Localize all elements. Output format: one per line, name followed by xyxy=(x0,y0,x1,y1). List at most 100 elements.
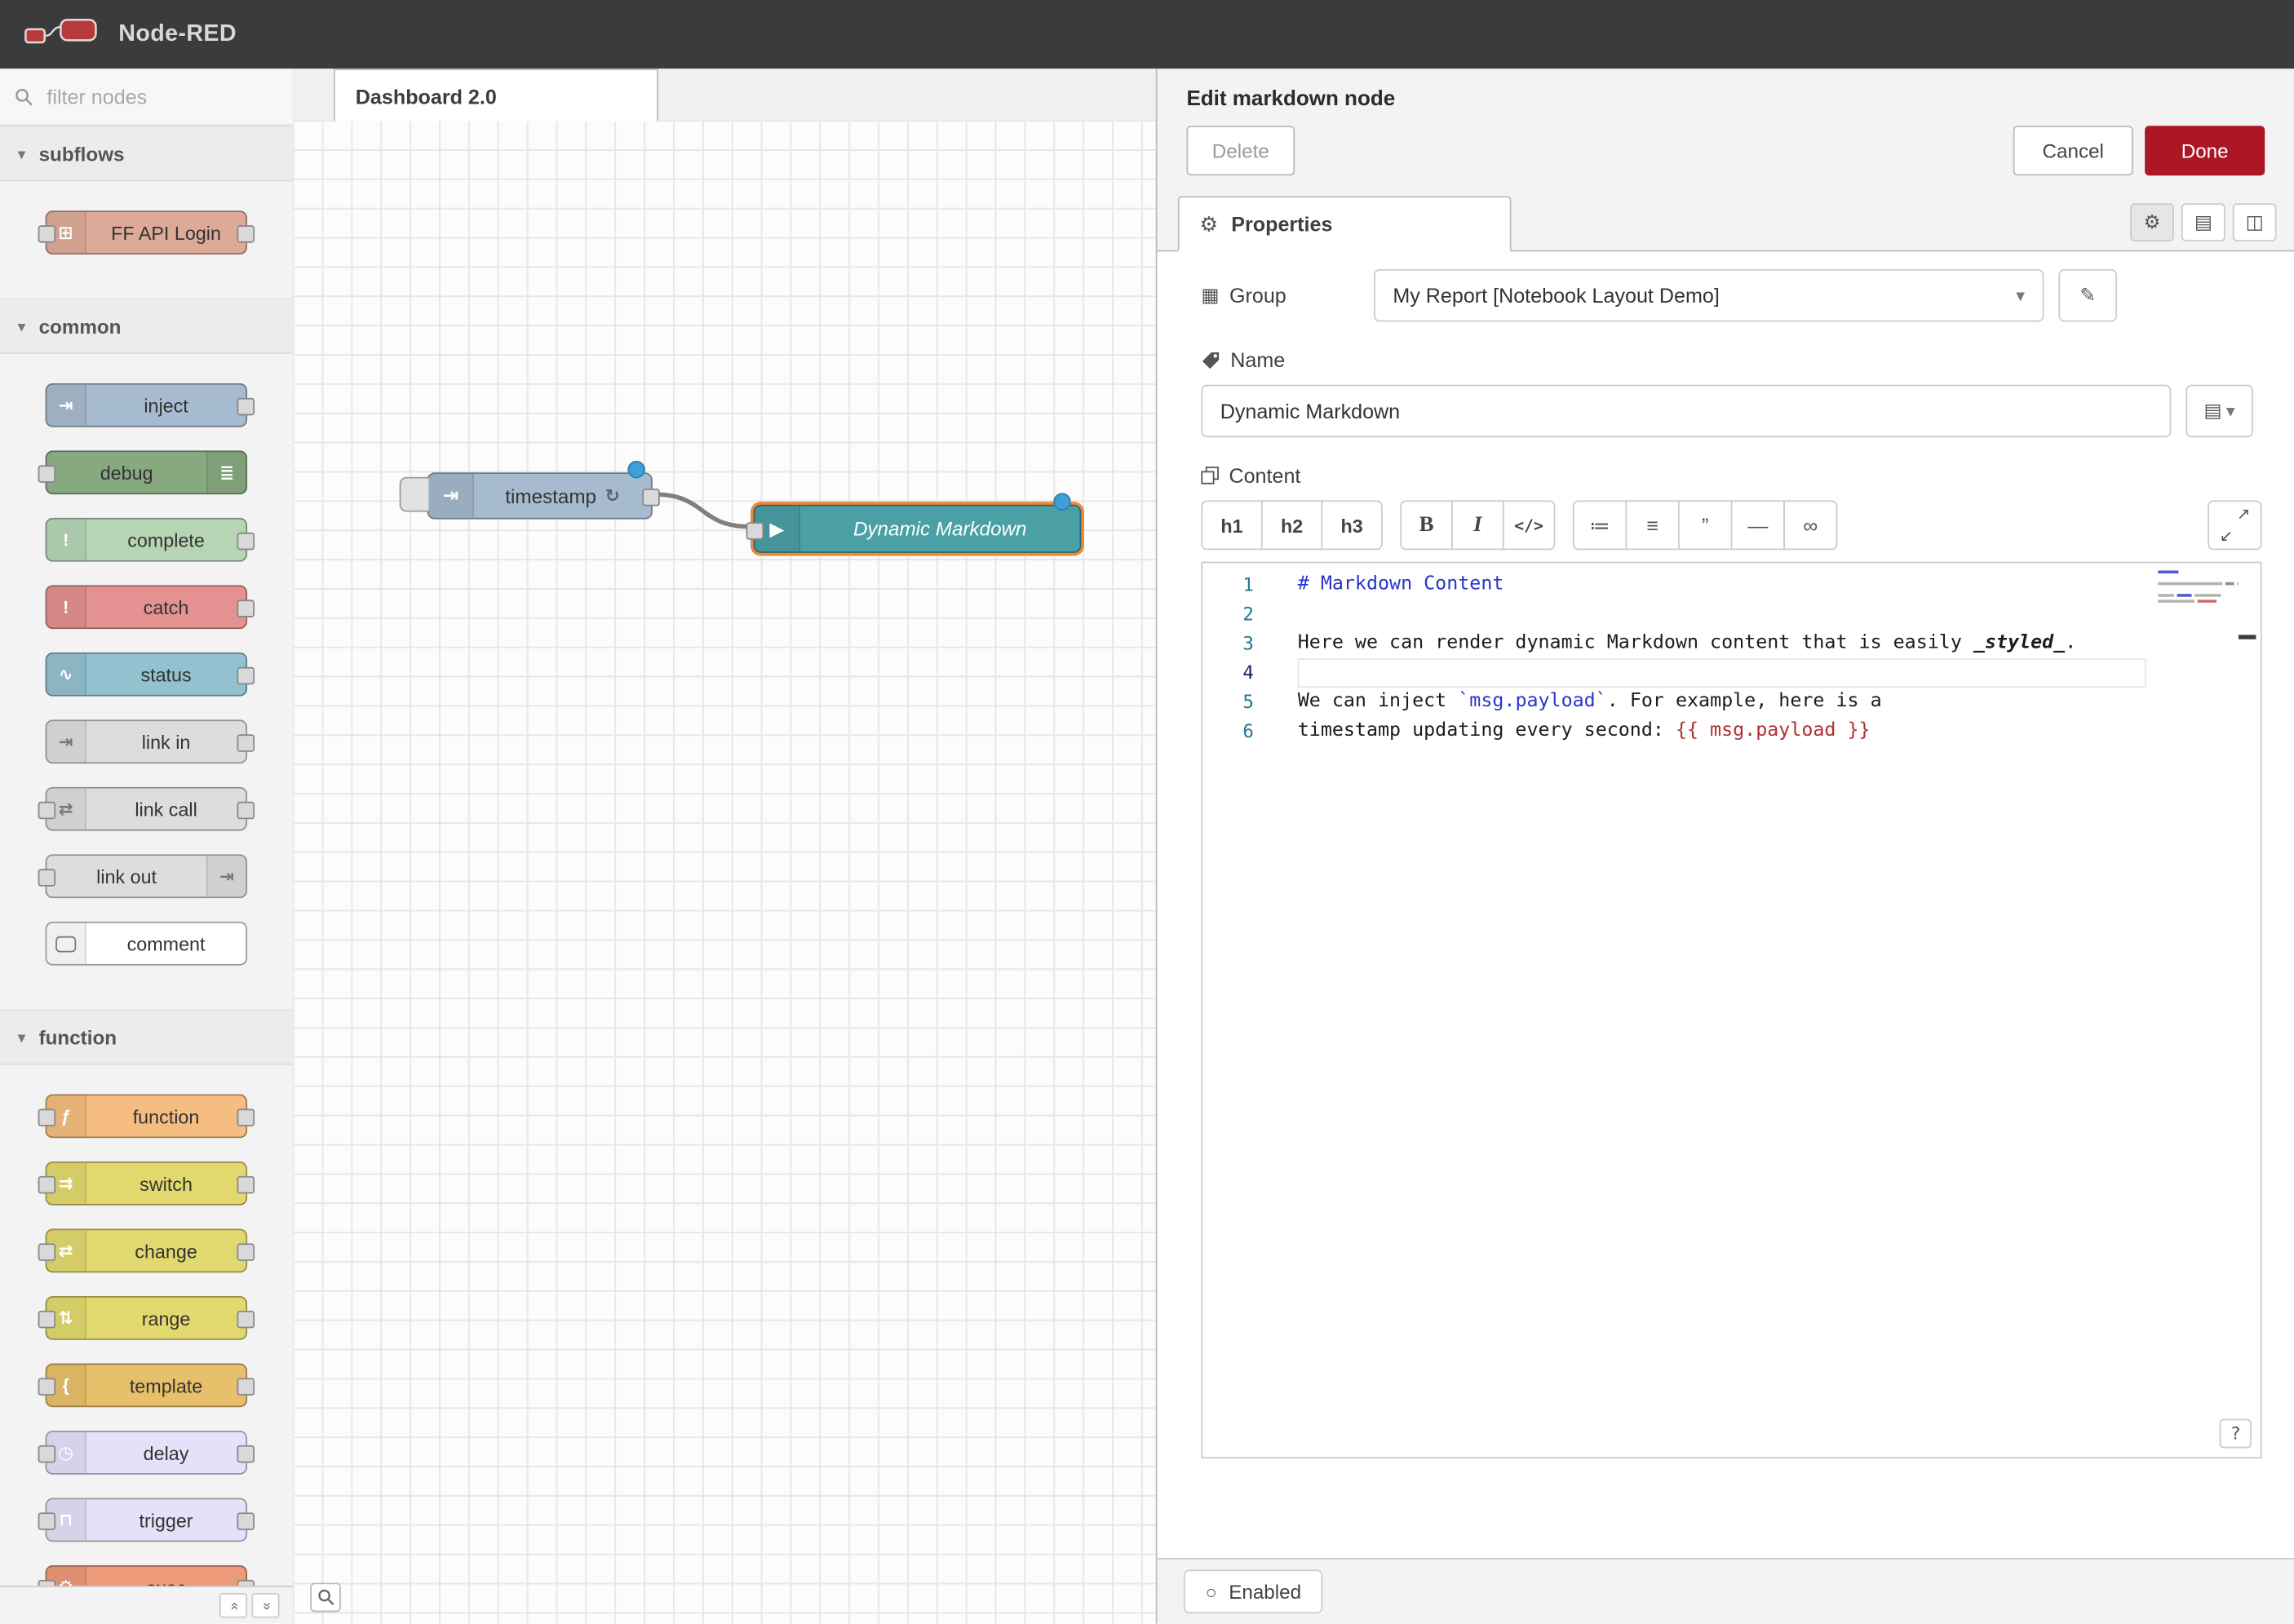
filter-nodes-input[interactable] xyxy=(44,83,255,109)
palette-node-inject[interactable]: ⇥inject xyxy=(46,383,247,427)
switch-output-port[interactable] xyxy=(237,1176,255,1194)
description-button[interactable]: ▤ xyxy=(2181,203,2225,241)
range-output-port[interactable] xyxy=(237,1311,255,1329)
link-call-input-port[interactable] xyxy=(38,802,56,820)
tab-properties[interactable]: ⚙ Properties xyxy=(1178,196,1512,251)
palette-node-link-call[interactable]: ⇄link call xyxy=(46,787,247,831)
palette-node-template[interactable]: {template xyxy=(46,1363,247,1407)
exec-input-port[interactable] xyxy=(38,1580,56,1586)
trigger-input-port[interactable] xyxy=(38,1512,56,1530)
category-header-subflows[interactable]: ▾subflows xyxy=(0,126,293,181)
flow-node-dynamic-markdown[interactable]: ▶ Dynamic Markdown xyxy=(754,505,1082,553)
edit-group-button[interactable]: ✎ xyxy=(2058,269,2117,322)
palette-node-link-out[interactable]: link out⇥ xyxy=(46,854,247,898)
delay-output-port[interactable] xyxy=(237,1445,255,1463)
bold-button[interactable]: B xyxy=(1400,500,1453,550)
markdown-code-editor[interactable]: 123456 # Markdown ContentHere we can ren… xyxy=(1201,562,2261,1458)
catch-output-port[interactable] xyxy=(237,600,255,617)
tab-dashboard-2-0[interactable]: Dashboard 2.0 xyxy=(334,69,658,122)
wire[interactable] xyxy=(655,494,749,526)
input-port[interactable] xyxy=(746,521,764,539)
code-line[interactable]: timestamp updating every second: {{ msg.… xyxy=(1298,717,2261,746)
change-output-port[interactable] xyxy=(237,1243,255,1261)
group-select-value: My Report [Notebook Layout Demo] xyxy=(1393,284,2016,308)
circle-icon: ○ xyxy=(1206,1581,1217,1603)
palette-node-complete[interactable]: !complete xyxy=(46,518,247,562)
unordered-list-button[interactable]: ≡ xyxy=(1625,500,1679,550)
category-header-function[interactable]: ▾function xyxy=(0,1009,293,1064)
output-port[interactable] xyxy=(642,489,660,507)
palette-node-function[interactable]: ƒfunction xyxy=(46,1094,247,1138)
expand-editor-button[interactable]: ↗ ↙ xyxy=(2208,500,2261,550)
chevron-down-icon: ▾ xyxy=(2016,285,2025,306)
code-segment: We can inject xyxy=(1298,690,1459,712)
blockquote-button[interactable]: ” xyxy=(1678,500,1732,550)
expand-all-button[interactable]: » xyxy=(251,1593,279,1617)
cancel-button[interactable]: Cancel xyxy=(2013,126,2133,175)
code-line[interactable]: Here we can render dynamic Markdown cont… xyxy=(1298,629,2261,658)
link-button[interactable]: ∞ xyxy=(1783,500,1837,550)
palette-node-comment[interactable]: comment xyxy=(46,922,247,966)
category-header-common[interactable]: ▾common xyxy=(0,299,293,354)
code-line[interactable]: # Markdown Content xyxy=(1298,570,2261,600)
node-label-text: Dynamic Markdown xyxy=(853,518,1027,540)
ff-api-login-output-port[interactable] xyxy=(237,225,255,243)
inject-button[interactable] xyxy=(400,477,429,512)
ff-api-login-input-port[interactable] xyxy=(38,225,56,243)
node-settings-button[interactable]: ⚙ xyxy=(2130,203,2174,241)
palette-node-catch[interactable]: !catch xyxy=(46,585,247,629)
ordered-list-button[interactable]: ≔ xyxy=(1573,500,1627,550)
h3-button[interactable]: h3 xyxy=(1321,500,1382,550)
palette-node-range[interactable]: ⇅range xyxy=(46,1296,247,1340)
zoom-search-button[interactable] xyxy=(310,1582,341,1612)
function-output-port[interactable] xyxy=(237,1108,255,1126)
flow-canvas[interactable]: ⇥ timestamp ↻ ▶ Dynamic Markdown xyxy=(293,120,1156,1624)
inject-output-port[interactable] xyxy=(237,398,255,416)
link-out-input-port[interactable] xyxy=(38,869,56,887)
change-input-port[interactable] xyxy=(38,1243,56,1261)
switch-input-port[interactable] xyxy=(38,1176,56,1194)
palette-node-switch[interactable]: ⇉switch xyxy=(46,1162,247,1206)
minimap[interactable] xyxy=(2158,570,2239,605)
done-button[interactable]: Done xyxy=(2145,126,2265,175)
status-output-port[interactable] xyxy=(237,667,255,685)
delay-input-port[interactable] xyxy=(38,1445,56,1463)
template-output-port[interactable] xyxy=(237,1378,255,1396)
enabled-toggle[interactable]: ○ Enabled xyxy=(1184,1569,1323,1613)
code-line[interactable]: We can inject `msg.payload`. For example… xyxy=(1298,688,2261,717)
app-title: Node-RED xyxy=(118,21,237,47)
palette-node-link-in[interactable]: ⇥link in xyxy=(46,719,247,763)
palette-node-delay[interactable]: ◷delay xyxy=(46,1431,247,1475)
exec-output-port[interactable] xyxy=(237,1580,255,1586)
link-call-output-port[interactable] xyxy=(237,802,255,820)
link-in-output-port[interactable] xyxy=(237,734,255,752)
palette-node-trigger[interactable]: ⊓trigger xyxy=(46,1498,247,1542)
collapse-all-button[interactable]: « xyxy=(219,1593,247,1617)
italic-button[interactable]: I xyxy=(1451,500,1504,550)
input-type-button[interactable]: ▤ ▾ xyxy=(2186,385,2252,438)
palette-node-status[interactable]: ∿status xyxy=(46,653,247,697)
complete-output-port[interactable] xyxy=(237,533,255,551)
palette-node-exec[interactable]: ⚙exec xyxy=(46,1565,247,1586)
palette-node-ff-api-login[interactable]: ⊞FF API Login xyxy=(46,210,247,254)
flow-node-timestamp[interactable]: ⇥ timestamp ↻ xyxy=(427,472,653,519)
h1-button[interactable]: h1 xyxy=(1201,500,1262,550)
range-input-port[interactable] xyxy=(38,1311,56,1329)
trigger-output-port[interactable] xyxy=(237,1512,255,1530)
group-select[interactable]: My Report [Notebook Layout Demo] ▾ xyxy=(1374,269,2044,322)
code-lines: # Markdown Content Here we can render dyn… xyxy=(1276,563,2261,1457)
template-input-port[interactable] xyxy=(38,1378,56,1396)
h2-button[interactable]: h2 xyxy=(1261,500,1322,550)
name-input[interactable] xyxy=(1201,385,2171,438)
function-input-port[interactable] xyxy=(38,1108,56,1126)
code-button[interactable]: </> xyxy=(1503,500,1556,550)
code-line[interactable] xyxy=(1298,658,2146,688)
help-button[interactable]: ? xyxy=(2220,1419,2252,1449)
horizontal-rule-button[interactable]: — xyxy=(1731,500,1785,550)
delete-button[interactable]: Delete xyxy=(1186,126,1295,175)
palette-node-debug[interactable]: debug≣ xyxy=(46,450,247,494)
code-line[interactable] xyxy=(1298,600,2261,629)
appearance-button[interactable]: ◫ xyxy=(2233,203,2277,241)
debug-input-port[interactable] xyxy=(38,465,56,483)
palette-node-change[interactable]: ⇄change xyxy=(46,1228,247,1272)
